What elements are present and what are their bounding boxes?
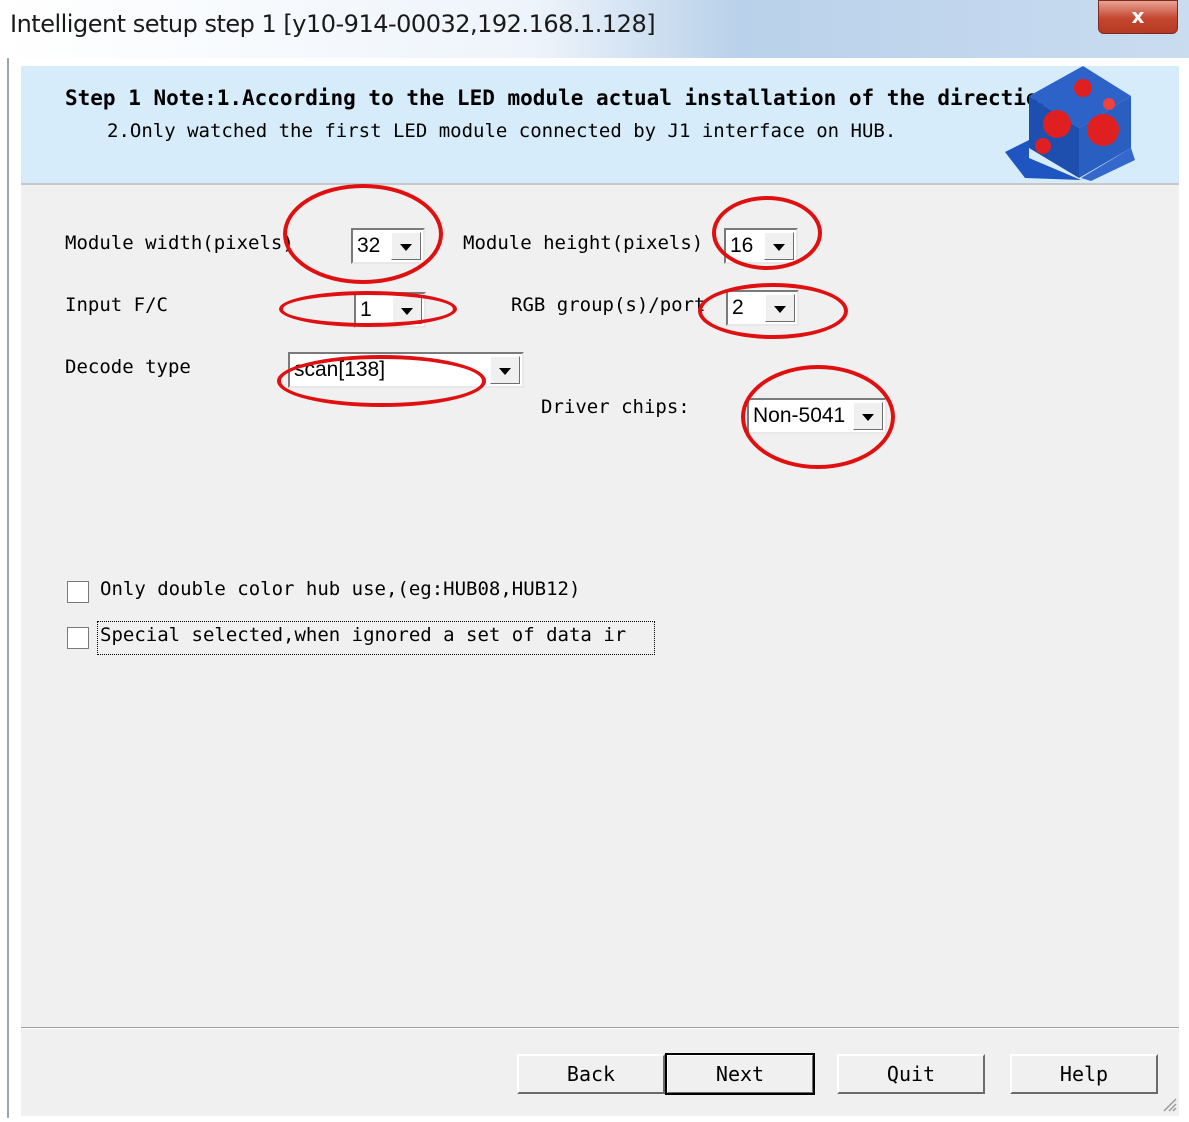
driver-chips-select[interactable]: Non-5041 [747, 398, 887, 434]
resize-grip-icon[interactable] [1161, 1096, 1177, 1112]
quit-button[interactable]: Quit [837, 1054, 985, 1094]
note-line-1: Step 1 Note:1.According to the LED modul… [65, 86, 1077, 110]
module-width-value: 32 [357, 234, 381, 257]
decode-type-value: scan[138] [294, 358, 386, 381]
chevron-down-icon[interactable] [391, 232, 421, 260]
next-button[interactable]: Next [665, 1053, 815, 1095]
module-height-select[interactable]: 16 [724, 228, 798, 264]
back-button[interactable]: Back [517, 1054, 665, 1094]
decode-type-select[interactable]: scan[138] [288, 352, 524, 388]
chevron-down-icon[interactable] [490, 356, 520, 384]
note-banner: Step 1 Note:1.According to the LED modul… [21, 66, 1179, 185]
special-selected-checkbox[interactable] [67, 627, 89, 649]
chevron-down-icon[interactable] [765, 294, 795, 322]
chevron-down-icon[interactable] [853, 402, 883, 430]
input-fc-value: 1 [360, 298, 372, 321]
close-icon: x [1131, 4, 1145, 28]
title-bar: Intelligent setup step 1 [y10-914-00032,… [0, 0, 1189, 58]
driver-chips-value: Non-5041 [753, 404, 846, 427]
separator [21, 1027, 1179, 1029]
window-title: Intelligent setup step 1 [y10-914-00032,… [10, 10, 656, 38]
led-cube-icon [1005, 66, 1135, 181]
driver-chips-label: Driver chips: [541, 396, 690, 418]
input-fc-label: Input F/C [65, 294, 168, 316]
rgb-groups-value: 2 [732, 296, 744, 319]
close-button[interactable]: x [1098, 0, 1178, 34]
input-fc-select[interactable]: 1 [354, 292, 426, 328]
rgb-groups-select[interactable]: 2 [726, 290, 799, 326]
special-selected-label[interactable]: Special selected,when ignored a set of d… [100, 624, 652, 646]
setup-dialog: Step 1 Note:1.According to the LED modul… [21, 66, 1179, 1116]
decode-type-label: Decode type [65, 356, 191, 378]
double-color-checkbox[interactable] [67, 581, 89, 603]
window-frame [7, 58, 9, 1118]
module-height-label: Module height(pixels) [463, 232, 704, 254]
rgb-groups-label: RGB group(s)/port [511, 294, 706, 316]
note-line-2: 2.Only watched the first LED module conn… [107, 120, 897, 142]
help-button[interactable]: Help [1010, 1054, 1158, 1094]
module-width-select[interactable]: 32 [351, 228, 425, 264]
double-color-label[interactable]: Only double color hub use,(eg:HUB08,HUB1… [100, 578, 580, 600]
module-height-value: 16 [730, 234, 754, 257]
module-width-label: Module width(pixels) [65, 232, 294, 254]
chevron-down-icon[interactable] [392, 296, 422, 324]
chevron-down-icon[interactable] [764, 232, 794, 260]
